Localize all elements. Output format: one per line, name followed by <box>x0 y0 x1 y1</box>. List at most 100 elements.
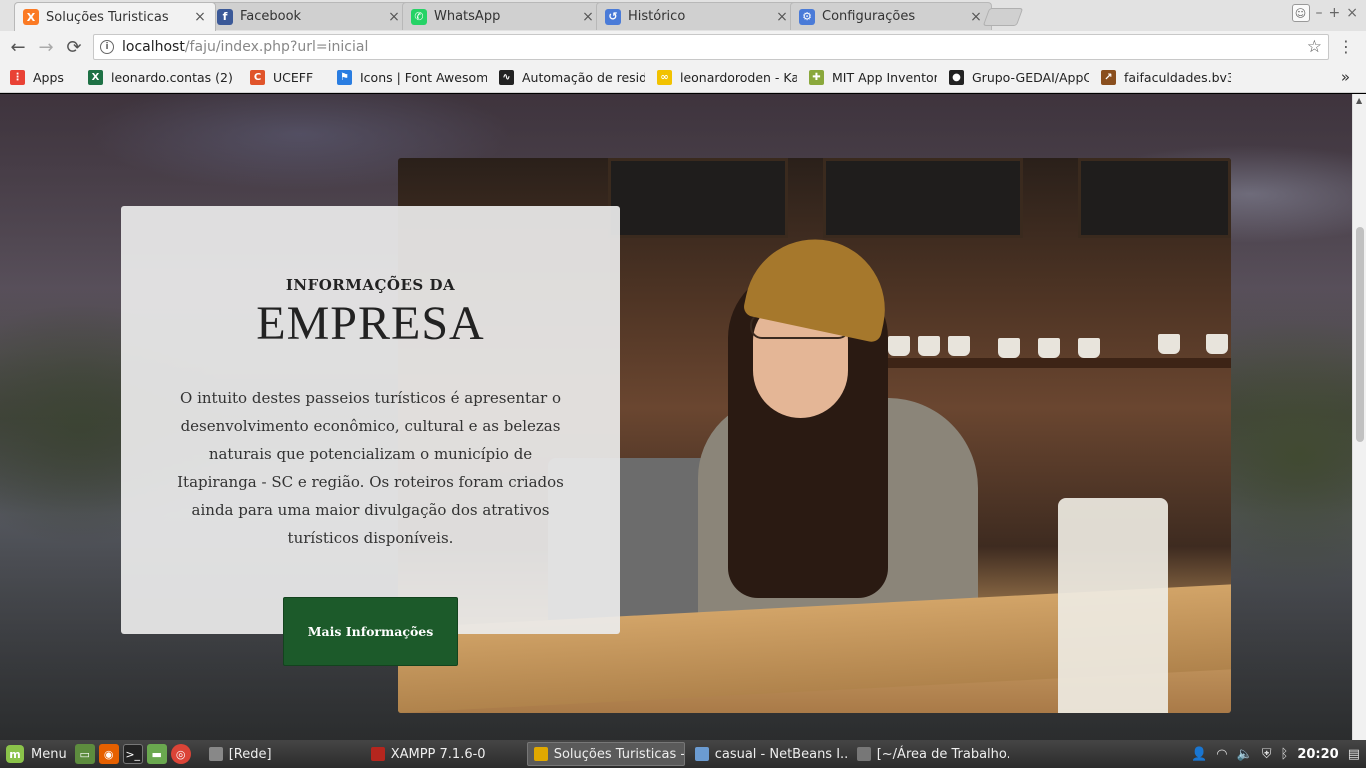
browser-toolbar: ← → ⟳ i localhost/faju/index.php?url=ini… <box>0 31 1366 63</box>
start-menu-label: Menu <box>31 746 67 762</box>
chrome-icon <box>533 747 548 761</box>
bookmark-item[interactable]: ↗ faifaculdades.bv3.digital <box>1101 70 1231 85</box>
flag-icon: ⚑ <box>337 70 352 85</box>
os-taskbar: m Menu ▭ ◉ >_ ▬ ◎ [Rede] XAMPP 7.1.6-0 Sol… <box>0 740 1366 768</box>
taskbar-window-button[interactable]: [Rede] <box>203 742 361 766</box>
chrome-launcher-icon[interactable]: ◎ <box>170 744 191 764</box>
close-window-icon[interactable]: × <box>1346 5 1358 21</box>
files-icon[interactable]: ▬ <box>146 744 167 764</box>
firefox-icon[interactable]: ◉ <box>98 744 119 764</box>
system-tray: 👤 ◠ 🔈 ⛨ ᛒ 20:20 ▤ <box>1191 740 1360 768</box>
browser-tab[interactable]: f Facebook × <box>208 2 410 30</box>
bookmark-item[interactable]: ⚑ Icons | Font Awesome <box>337 70 487 85</box>
browser-tab[interactable]: ✆ WhatsApp × <box>402 2 604 30</box>
bookmark-item[interactable]: Xleonardo.contas (2) <box>88 70 238 85</box>
github-icon: ● <box>949 70 964 85</box>
url-path: /faju/index.php?url=inicial <box>184 39 369 55</box>
excel-icon: X <box>88 70 103 85</box>
taskbar-window-label: [Rede] <box>228 746 272 762</box>
taskbar-window-label: XAMPP 7.1.6-0 <box>390 746 486 762</box>
tab-title: Facebook <box>240 9 302 24</box>
maximize-icon[interactable]: + <box>1329 5 1341 21</box>
address-bar[interactable]: i localhost/faju/index.php?url=inicial ☆ <box>93 34 1329 60</box>
linux-mint-icon: m <box>6 745 24 763</box>
xampp-icon <box>370 747 385 761</box>
history-icon: ↺ <box>605 8 621 25</box>
bluetooth-icon[interactable]: ᛒ <box>1281 747 1289 762</box>
more-info-button[interactable]: Mais Informações <box>283 597 458 666</box>
netbeans-icon <box>694 747 709 761</box>
uceff-icon: C <box>250 70 265 85</box>
bookmark-item[interactable]: ∞ leonardoroden - Kaggle <box>657 70 797 85</box>
tab-title: WhatsApp <box>434 9 501 24</box>
company-info-card: INFORMAÇÕES DA EMPRESA O intuito destes … <box>121 206 620 634</box>
bookmark-label: Icons | Font Awesome <box>360 70 487 85</box>
forward-icon[interactable]: → <box>34 35 58 59</box>
taskbar-window-button[interactable]: casual - NetBeans I... <box>689 742 847 766</box>
chrome-menu-icon[interactable]: ⋮ <box>1338 37 1354 56</box>
new-tab-button[interactable] <box>982 8 1024 26</box>
infinity-icon: ∞ <box>657 70 672 85</box>
bookmark-star-icon[interactable]: ☆ <box>1307 37 1322 57</box>
bookmark-item[interactable]: ∿ Automação de resid <box>499 70 645 85</box>
taskbar-window-label: casual - NetBeans I... <box>714 746 847 762</box>
bookmark-item[interactable]: ● Grupo-GEDAI/AppCity <box>949 70 1089 85</box>
user-icon[interactable]: 👤 <box>1191 747 1207 762</box>
volume-icon[interactable]: 🔈 <box>1237 747 1253 762</box>
show-desktop-icon[interactable]: ▭ <box>74 744 95 764</box>
browser-tab[interactable]: X Soluções Turisticas × <box>14 2 216 31</box>
bookmark-item[interactable]: ✚ MIT App Inventor <box>809 70 937 85</box>
settings-icon: ⚙ <box>799 8 815 25</box>
card-title: EMPRESA <box>256 297 485 350</box>
bookmark-label: leonardo.contas (2) <box>111 70 233 85</box>
browser-tab[interactable]: ↺ Histórico × <box>596 2 798 30</box>
taskbar-window-label: Soluções Turisticas -... <box>553 746 685 762</box>
taskbar-window-button[interactable]: [~/Área de Trabalho... <box>851 742 1009 766</box>
back-icon[interactable]: ← <box>6 35 30 59</box>
close-tab-icon[interactable]: × <box>775 9 789 25</box>
xampp-icon: X <box>23 9 39 25</box>
clock[interactable]: 20:20 <box>1297 747 1338 762</box>
bookmark-label: Apps <box>33 70 64 85</box>
scroll-up-icon[interactable]: ▲ <box>1356 96 1362 105</box>
reload-icon[interactable]: ⟳ <box>62 35 86 59</box>
url-host: localhost <box>122 39 185 55</box>
apps-grid-icon: ⋮ <box>10 70 25 85</box>
close-tab-icon[interactable]: × <box>581 9 595 25</box>
scroll-thumb[interactable] <box>1356 227 1364 442</box>
site-info-icon[interactable]: i <box>100 40 114 54</box>
close-tab-icon[interactable]: × <box>193 9 207 25</box>
close-tab-icon[interactable]: × <box>969 9 983 25</box>
terminal-icon <box>856 747 871 761</box>
notifications-icon[interactable]: ▤ <box>1348 747 1360 762</box>
network-folder-icon <box>208 747 223 761</box>
bookmarks-bar: ⋮ Apps Xleonardo.contas (2) C UCEFF ⚑ Icons | … <box>0 63 1366 93</box>
wifi-icon[interactable]: ◠ <box>1216 747 1227 762</box>
page-scrollbar[interactable]: ▲ <box>1352 94 1366 740</box>
taskbar-window-button[interactable]: Soluções Turisticas -... <box>526 742 685 766</box>
bookmark-label: Automação de resid <box>522 70 645 85</box>
bookmarks-overflow-icon[interactable]: » <box>1341 68 1350 86</box>
bookmark-label: Grupo-GEDAI/AppCity <box>972 70 1089 85</box>
update-shield-icon[interactable]: ⛨ <box>1262 747 1272 762</box>
browser-tab-strip: X Soluções Turisticas × f Facebook × ✆ WhatsApp… <box>0 0 1366 31</box>
bookmark-label: leonardoroden - Kaggle <box>680 70 797 85</box>
card-description: O intuito destes passeios turísticos é a… <box>177 389 564 547</box>
start-menu-button[interactable]: m Menu <box>0 740 73 768</box>
bookmark-label: MIT App Inventor <box>832 70 937 85</box>
taskbar-window-label: [~/Área de Trabalho... <box>876 746 1009 762</box>
minimize-icon[interactable]: – <box>1316 5 1323 21</box>
close-tab-icon[interactable]: × <box>387 9 401 25</box>
app-inventor-icon: ✚ <box>809 70 824 85</box>
profile-icon[interactable]: ☺ <box>1291 4 1310 22</box>
bookmark-item[interactable]: C UCEFF <box>250 70 325 85</box>
window-controls: ☺ – + × <box>1291 4 1358 22</box>
taskbar-window-button[interactable]: XAMPP 7.1.6-0 <box>365 742 523 766</box>
page-viewport: INFORMAÇÕES DA EMPRESA O intuito destes … <box>0 94 1352 740</box>
terminal-icon[interactable]: >_ <box>122 744 143 764</box>
tab-title: Configurações <box>822 9 916 24</box>
wave-icon: ∿ <box>499 70 514 85</box>
browser-tab[interactable]: ⚙ Configurações × <box>790 2 992 30</box>
bookmark-item[interactable]: ⋮ Apps <box>10 70 76 85</box>
card-subtitle: INFORMAÇÕES DA <box>285 276 456 294</box>
